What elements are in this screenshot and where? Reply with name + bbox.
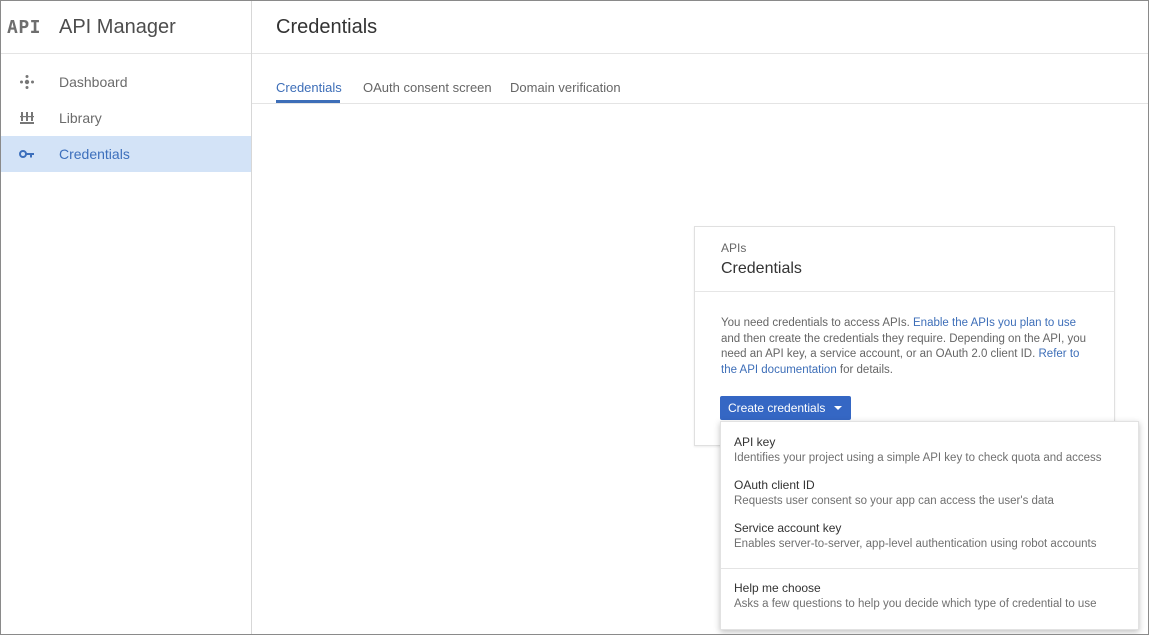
sidebar: API API Manager Dashboard Library Creden…	[1, 1, 252, 634]
tab-oauth-consent-screen[interactable]: OAuth consent screen	[363, 80, 492, 95]
description-text: for details.	[836, 363, 893, 376]
library-icon	[17, 111, 37, 125]
page-header: Credentials	[252, 1, 1148, 54]
menu-item-description: Asks a few questions to help you decide …	[734, 598, 1097, 610]
card-kicker: APIs	[721, 241, 747, 255]
menu-divider	[721, 568, 1138, 569]
tab-credentials[interactable]: Credentials	[276, 80, 342, 95]
brand: API API Manager	[1, 1, 251, 54]
app-window: API API Manager Dashboard Library Creden…	[0, 0, 1149, 635]
create-credentials-label: Create credentials	[728, 401, 826, 415]
menu-item-title: Help me choose	[734, 581, 821, 595]
active-tab-indicator	[276, 100, 340, 103]
menu-item-title: Service account key	[734, 521, 842, 535]
sidebar-item-label: Dashboard	[59, 74, 128, 90]
menu-item-title: API key	[734, 435, 776, 449]
menu-item-description: Enables server-to-server, app-level auth…	[734, 538, 1097, 550]
card-title: Credentials	[721, 260, 802, 277]
card-header: APIs Credentials	[695, 227, 1114, 292]
description-text: and then create the credentials they req…	[721, 332, 1087, 361]
tab-domain-verification[interactable]: Domain verification	[510, 80, 621, 95]
sidebar-item-library[interactable]: Library	[1, 100, 251, 136]
menu-item-description: Requests user consent so your app can ac…	[734, 495, 1054, 507]
menu-item-service-account-key[interactable]: Service account key Enables server-to-se…	[734, 520, 1130, 552]
api-logo: API	[7, 16, 42, 38]
menu-item-api-key[interactable]: API key Identifies your project using a …	[734, 434, 1130, 466]
sidebar-item-label: Credentials	[59, 146, 130, 162]
menu-item-description: Identifies your project using a simple A…	[734, 452, 1102, 464]
caret-down-icon	[834, 406, 843, 410]
create-credentials-button[interactable]: Create credentials	[720, 396, 852, 420]
enable-apis-link[interactable]: Enable the APIs you plan to use	[913, 317, 1076, 329]
sidebar-item-credentials[interactable]: Credentials	[1, 136, 251, 172]
key-icon	[17, 149, 37, 159]
menu-item-title: OAuth client ID	[734, 478, 815, 492]
dashboard-icon	[17, 74, 37, 90]
card-description: You need credentials to access APIs. Ena…	[721, 316, 1089, 378]
app-name: API Manager	[59, 15, 176, 38]
tab-bar: Credentials OAuth consent screen Domain …	[252, 54, 1148, 104]
credentials-card: APIs Credentials You need credentials to…	[694, 226, 1115, 446]
description-text: You need credentials to access APIs.	[721, 317, 914, 329]
menu-item-oauth-client-id[interactable]: OAuth client ID Requests user consent so…	[734, 477, 1130, 509]
sidebar-item-dashboard[interactable]: Dashboard	[1, 64, 251, 100]
page-title: Credentials	[276, 15, 378, 38]
menu-item-help-me-choose[interactable]: Help me choose Asks a few questions to h…	[734, 580, 1130, 612]
sidebar-nav: Dashboard Library Credentials	[1, 64, 251, 172]
create-credentials-menu: API key Identifies your project using a …	[720, 421, 1139, 630]
sidebar-item-label: Library	[59, 110, 102, 126]
